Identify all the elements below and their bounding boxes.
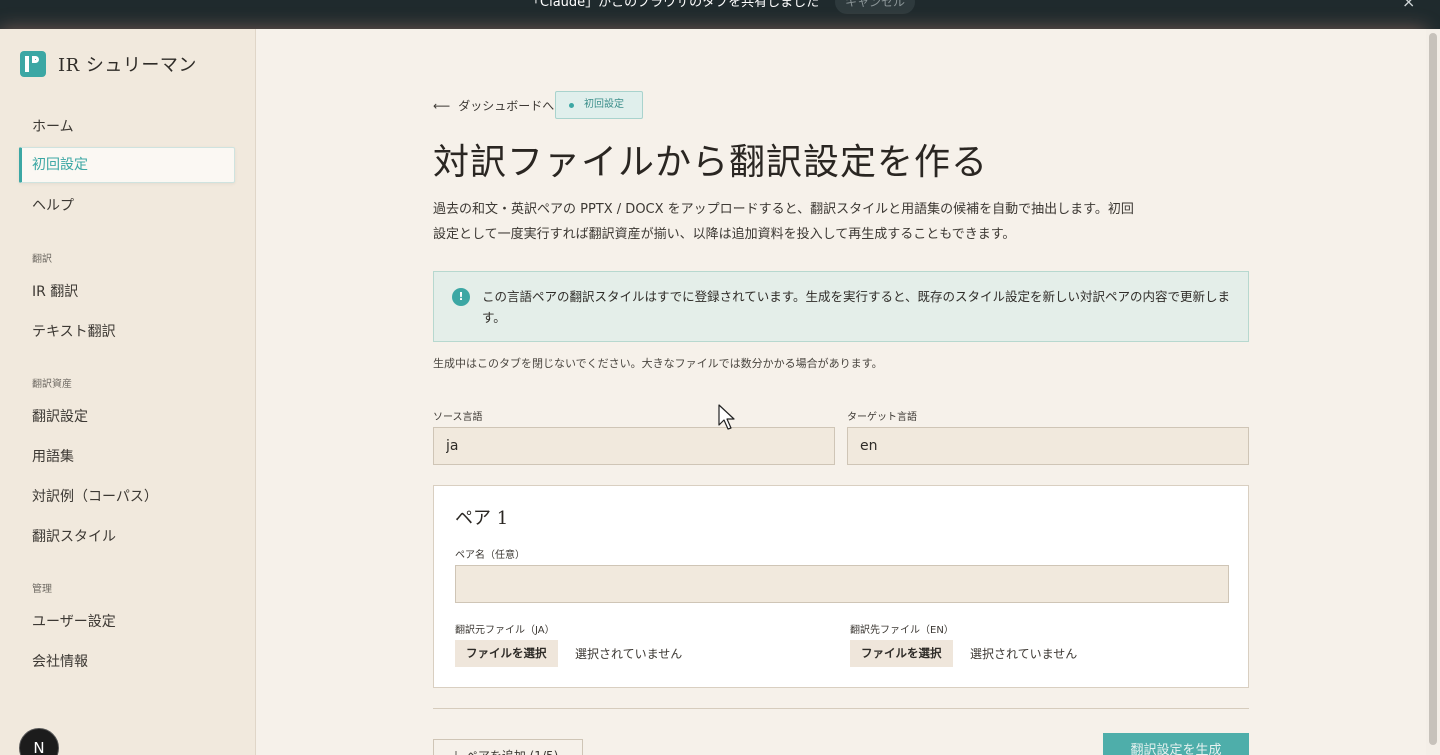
generation-note: 生成中はこのタブを閉じないでください。大きなファイルでは数分かかる場合があります… [433,357,883,370]
app-window: IR シュリーマン ホーム 初回設定 ヘルプ 翻訳 IR 翻訳 テキスト翻訳 翻… [0,29,1426,755]
page-title: 対訳ファイルから翻訳設定を作る [433,142,989,183]
source-language-label: ソース言語 [433,412,483,423]
sidebar-section-assets: 翻訳資産 [32,379,72,390]
source-file-choose-button[interactable]: ファイルを選択 [455,640,558,667]
scrollbar[interactable] [1426,29,1440,755]
logo-icon [20,51,46,77]
brand-name: IR シュリーマン [58,55,197,76]
avatar[interactable]: N [19,728,59,755]
sidebar-item-ir-translation[interactable]: IR 翻訳 [32,281,78,301]
scrollbar-thumb[interactable] [1429,33,1437,745]
status-dot-icon [569,103,574,108]
notice-box: ! この言語ペアの翻訳スタイルはすでに登録されています。生成を実行すると、既存の… [433,271,1249,342]
notice-text: この言語ペアの翻訳スタイルはすでに登録されています。生成を実行すると、既存のスタ… [482,289,1231,325]
source-file-status: 選択されていません [575,647,683,661]
pair-name-label: ペア名（任意） [455,550,525,561]
source-file-label: 翻訳元ファイル（JA） [455,625,555,636]
sidebar-item-initial-setup[interactable]: 初回設定 [19,147,235,183]
close-icon[interactable]: × [1402,0,1415,11]
target-file-label: 翻訳先ファイル（EN） [850,625,954,636]
sidebar: IR シュリーマン ホーム 初回設定 ヘルプ 翻訳 IR 翻訳 テキスト翻訳 翻… [0,29,256,755]
add-pair-button[interactable]: ＋ ペアを追加 (1/5) [433,739,583,755]
back-to-dashboard-link[interactable]: ⟵ ダッシュボードへ [433,97,554,114]
sidebar-item-translation-settings[interactable]: 翻訳設定 [32,406,88,426]
sidebar-item-company-info[interactable]: 会社情報 [32,651,88,671]
pair-name-input[interactable] [455,565,1229,603]
share-message: 「Claude」がこのブラウザのタブを共有しました [527,0,820,10]
page-description: 過去の和文・英訳ペアの PPTX / DOCX をアップロードすると、翻訳スタイ… [433,202,1134,242]
target-file-choose-button[interactable]: ファイルを選択 [850,640,953,667]
cancel-share-button[interactable]: キャンセル [835,0,915,14]
back-label: ダッシュボードへ [458,99,555,113]
sidebar-item-glossary[interactable]: 用語集 [32,446,74,466]
target-language-input[interactable] [847,427,1249,465]
sidebar-item-home[interactable]: ホーム [32,116,74,136]
status-badge-label: 初回設定 [584,99,624,110]
pair-card: ペア 1 ペア名（任意） 翻訳元ファイル（JA） ファイルを選択 選択されていま… [433,485,1249,688]
sidebar-item-user-settings[interactable]: ユーザー設定 [32,611,116,631]
sidebar-item-text-translation[interactable]: テキスト翻訳 [32,321,116,341]
pair-title: ペア 1 [455,508,509,529]
target-file-status: 選択されていません [970,647,1078,661]
sidebar-section-translation: 翻訳 [32,254,52,265]
sidebar-item-help[interactable]: ヘルプ [32,195,74,215]
divider [433,708,1249,709]
back-arrow-icon: ⟵ [433,99,451,113]
target-language-label: ターゲット言語 [847,412,917,423]
generate-settings-button[interactable]: 翻訳設定を生成 [1103,733,1249,755]
status-badge: 初回設定 [555,91,643,119]
sidebar-section-admin: 管理 [32,584,52,595]
brand[interactable]: IR シュリーマン [20,51,197,77]
mouse-cursor-icon [718,404,735,430]
main-content: ⟵ ダッシュボードへ 初回設定 対訳ファイルから翻訳設定を作る 過去の和文・英訳ペ… [256,29,1426,755]
screen-share-banner: 「Claude」がこのブラウザのタブを共有しました キャンセル × [0,0,1440,29]
exclamation-icon: ! [452,288,470,306]
sidebar-item-corpus[interactable]: 対訳例（コーパス） [32,486,158,506]
source-language-input[interactable] [433,427,835,465]
sidebar-item-translation-style[interactable]: 翻訳スタイル [32,526,116,546]
